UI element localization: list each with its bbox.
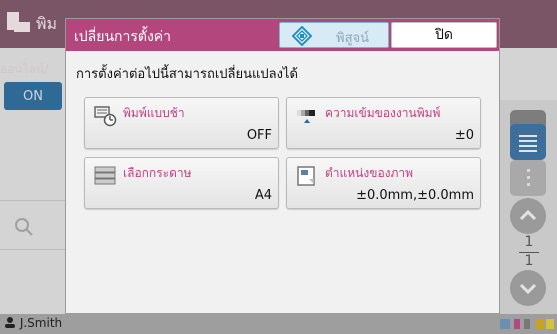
scroll-down-button[interactable]: [510, 270, 546, 306]
printer-app-icon: [7, 12, 30, 32]
page-indicator: 1 1: [506, 234, 552, 269]
change-settings-dialog: เปลี่ยนการตั้งค่า พิสูจน์ ปิด การตั้งค่า…: [65, 18, 500, 314]
proof-button[interactable]: พิสูจน์: [279, 22, 389, 48]
online-label: ออนไลน์/: [0, 62, 49, 76]
paper-select-label: เลือกกระดาษ: [123, 166, 192, 180]
print-density-label: ความเข้มของงานพิมพ์: [325, 106, 441, 120]
user-name: J.Smith: [19, 316, 63, 330]
slow-print-icon: [94, 106, 117, 127]
background-search-row: [0, 200, 70, 250]
user-icon: [5, 317, 15, 328]
proof-diamond-icon: [292, 26, 312, 46]
slow-print-button[interactable]: พิมพ์แบบช้า OFF: [84, 97, 279, 149]
ink-level-icon: [500, 319, 554, 329]
slow-print-value: OFF: [246, 128, 272, 143]
slow-print-label: พิมพ์แบบช้า: [123, 106, 185, 120]
close-button[interactable]: ปิด: [391, 22, 497, 48]
image-position-icon: [297, 166, 315, 186]
proof-label: พิสูจน์: [336, 31, 370, 46]
status-bar: [0, 314, 557, 334]
print-density-button[interactable]: ความเข้มของงานพิมพ์ ±0: [286, 97, 481, 149]
list-view-button[interactable]: [510, 124, 546, 160]
image-position-value: ±0.0mm,±0.0mm: [356, 188, 474, 203]
print-density-icon: [297, 110, 315, 123]
dialog-message: การตั้งค่าต่อไปนี้สามารถเปลี่ยนแปลงได้: [76, 67, 298, 82]
paper-tray-icon: [94, 166, 116, 185]
search-icon: [15, 218, 33, 236]
online-toggle[interactable]: ON: [4, 82, 62, 110]
paper-select-value: A4: [254, 188, 272, 203]
list-icon: [519, 135, 537, 152]
vertical-dots-icon: [527, 169, 530, 186]
scroll-up-button[interactable]: [510, 198, 546, 234]
image-position-button[interactable]: ตำแหน่งของภาพ ±0.0mm,±0.0mm: [286, 157, 481, 209]
chevron-down-icon: [519, 283, 537, 295]
screen: พิม ออนไลน์/ ON 1 1 J.Smith เปลี่ยนการตั…: [0, 0, 557, 334]
page-number: 1: [524, 234, 534, 250]
dialog-title: เปลี่ยนการตั้งค่า: [74, 29, 172, 45]
paper-select-button[interactable]: เลือกกระดาษ A4: [84, 157, 279, 209]
background-title: พิม: [36, 14, 58, 33]
user-indicator: J.Smith: [4, 316, 62, 330]
more-button[interactable]: [510, 160, 546, 196]
chevron-up-icon: [519, 209, 537, 221]
image-position-label: ตำแหน่งของภาพ: [325, 166, 414, 180]
print-density-value: ±0: [454, 128, 474, 143]
dialog-header: เปลี่ยนการตั้งค่า พิสูจน์ ปิด: [66, 19, 499, 51]
page-total: 1: [524, 253, 534, 269]
